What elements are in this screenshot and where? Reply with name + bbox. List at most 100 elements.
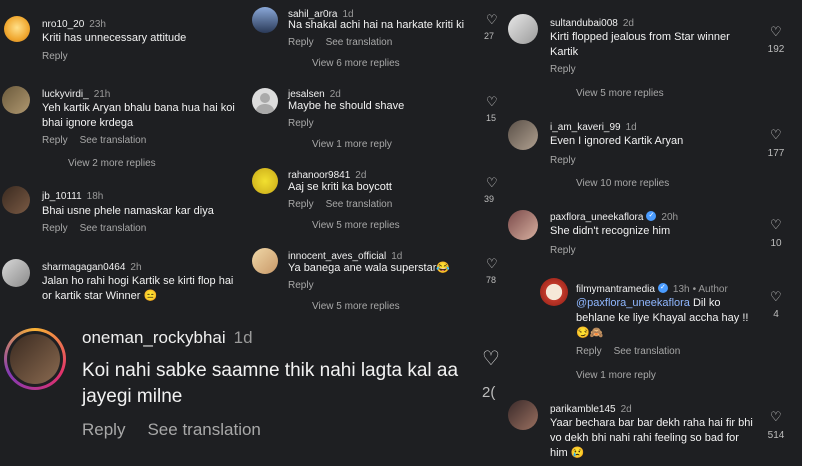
comment-text: Kirti flopped jealous from Star winner K…	[550, 31, 730, 58]
timestamp: 23h	[89, 19, 106, 30]
view-more-replies[interactable]: View 5 more replies	[576, 88, 664, 99]
timestamp: 13h	[672, 284, 690, 295]
like-counts-column: ♡ 27 ♡ 15 ♡ 39 ♡ 78 ♡ 2(	[472, 0, 502, 466]
reply-button[interactable]: Reply	[42, 51, 68, 62]
comments-panel-3: oneman_rockybhai 1d Koi nahi sabke saamne…	[0, 322, 472, 466]
avatar[interactable]	[4, 328, 66, 390]
heart-icon[interactable]: ♡	[486, 12, 498, 28]
comment-text: Koi nahi sabke saamne thik nahi lagta ka…	[82, 360, 459, 407]
username[interactable]: luckyvirdi_	[42, 89, 89, 100]
like-count: 192	[767, 44, 785, 55]
timestamp: 18h	[86, 191, 104, 202]
heart-icon[interactable]: ♡	[486, 256, 498, 272]
reply-button[interactable]: Reply	[288, 37, 314, 48]
comments-panel-1: nro10_20 23h Kriti has unnecessary attitu…	[0, 0, 250, 322]
reply-button[interactable]: Reply	[42, 135, 68, 146]
avatar[interactable]	[252, 248, 278, 274]
view-more-replies[interactable]: View 6 more replies	[312, 58, 400, 69]
like-count: 15	[486, 113, 497, 123]
see-translation-button[interactable]: See translation	[326, 199, 393, 210]
view-more-replies[interactable]: View 1 more reply	[576, 370, 656, 381]
verified-badge-icon: ✓	[646, 210, 657, 221]
avatar[interactable]	[252, 88, 278, 114]
view-more-replies[interactable]: View 2 more replies	[68, 158, 156, 169]
timestamp: 1d	[233, 328, 253, 347]
avatar[interactable]	[508, 210, 538, 240]
reply-button[interactable]: Reply	[550, 64, 576, 75]
comment-text: Even I ignored Kartik Aryan	[550, 135, 684, 147]
comment-text: Ya banega ane wala superstar😂	[288, 262, 451, 274]
avatar[interactable]	[508, 120, 538, 150]
comment-text: Aaj se kriti ka boycott	[288, 181, 392, 193]
timestamp: 20h	[661, 212, 679, 223]
see-translation-button[interactable]: See translation	[80, 223, 147, 234]
verified-badge-icon: ✓	[657, 282, 668, 293]
see-translation-button[interactable]: See translation	[614, 346, 681, 357]
like-count: 2(	[482, 384, 496, 401]
comment-text: Jalan ho rahi hogi Kartik se kirti flop …	[42, 275, 234, 302]
see-translation-button[interactable]: See translation	[326, 37, 393, 48]
mention-link[interactable]: @paxflora_uneekaflora	[576, 297, 690, 309]
timestamp: 2d	[622, 18, 634, 29]
username[interactable]: parikamble145	[550, 404, 616, 415]
avatar[interactable]	[508, 14, 538, 44]
comment-text: Na shakal achi hai na harkate kriti ki	[288, 19, 465, 31]
heart-icon[interactable]: ♡	[486, 94, 498, 110]
reply-button[interactable]: Reply	[288, 280, 314, 291]
heart-icon[interactable]: ♡	[770, 217, 782, 233]
heart-icon[interactable]: ♡	[482, 346, 500, 371]
view-more-replies[interactable]: View 1 more reply	[312, 139, 392, 150]
username[interactable]: nro10_20	[42, 19, 84, 30]
see-translation-button[interactable]: See translation	[80, 135, 147, 146]
reply-button[interactable]: Reply	[550, 155, 576, 166]
username[interactable]: sharmagagan0464	[42, 262, 125, 273]
comment-text: Maybe he should shave	[288, 100, 405, 112]
view-more-replies[interactable]: View 5 more replies	[312, 220, 400, 231]
like-count: 514	[767, 430, 785, 441]
comment-text: Yaar bechara bar bar dekh raha hai fir b…	[550, 417, 753, 459]
username[interactable]: jb_10111	[42, 191, 82, 202]
reply-button[interactable]: Reply	[576, 346, 602, 357]
avatar[interactable]	[252, 7, 278, 33]
reply-button[interactable]: Reply	[288, 118, 314, 129]
like-count: 177	[767, 148, 785, 159]
username[interactable]: paxflora_uneekaflora	[550, 212, 643, 223]
comments-panel-5: sultandubai008 2d Kirti flopped jealous f…	[500, 0, 802, 466]
like-count: 78	[486, 275, 497, 285]
username[interactable]: filmymantramedia	[576, 284, 655, 295]
avatar[interactable]	[2, 86, 30, 114]
heart-icon[interactable]: ♡	[770, 127, 782, 143]
avatar[interactable]	[2, 186, 30, 214]
comment-text: @paxflora_uneekaflora Dil ko behlane ke …	[576, 297, 749, 339]
avatar[interactable]	[252, 168, 278, 194]
like-count: 39	[484, 194, 495, 204]
heart-icon[interactable]: ♡	[486, 175, 498, 191]
view-more-replies[interactable]: View 10 more replies	[576, 178, 669, 189]
reply-button[interactable]: Reply	[550, 245, 576, 256]
username[interactable]: sultandubai008	[550, 18, 618, 29]
reply-button[interactable]: Reply	[42, 223, 68, 234]
heart-icon[interactable]: ♡	[770, 409, 782, 425]
timestamp: 21h	[93, 89, 111, 100]
author-label: • Author	[692, 284, 728, 295]
timestamp: 1d	[625, 122, 637, 133]
see-translation-button[interactable]: See translation	[147, 420, 260, 439]
comment-text: Kriti has unnecessary attitude	[42, 32, 187, 44]
heart-icon[interactable]: ♡	[770, 289, 782, 305]
avatar[interactable]	[540, 278, 568, 306]
like-count: 4	[773, 309, 779, 320]
view-more-replies[interactable]: View 5 more replies	[312, 301, 400, 312]
reply-button[interactable]: Reply	[288, 199, 314, 210]
comments-panel-2: sahil_ar0ra 1d Na shakal achi hai na hark…	[250, 0, 500, 322]
username[interactable]: oneman_rockybhai	[82, 328, 226, 347]
like-count: 27	[484, 31, 495, 41]
heart-icon[interactable]: ♡	[770, 24, 782, 40]
avatar[interactable]	[508, 400, 538, 430]
reply-button[interactable]: Reply	[82, 420, 125, 439]
avatar[interactable]	[2, 259, 30, 287]
like-count: 10	[770, 238, 782, 249]
avatar[interactable]	[4, 16, 30, 42]
timestamp: 2h	[130, 262, 142, 273]
username[interactable]: i_am_kaveri_99	[550, 122, 621, 133]
timestamp: 2d	[620, 404, 632, 415]
